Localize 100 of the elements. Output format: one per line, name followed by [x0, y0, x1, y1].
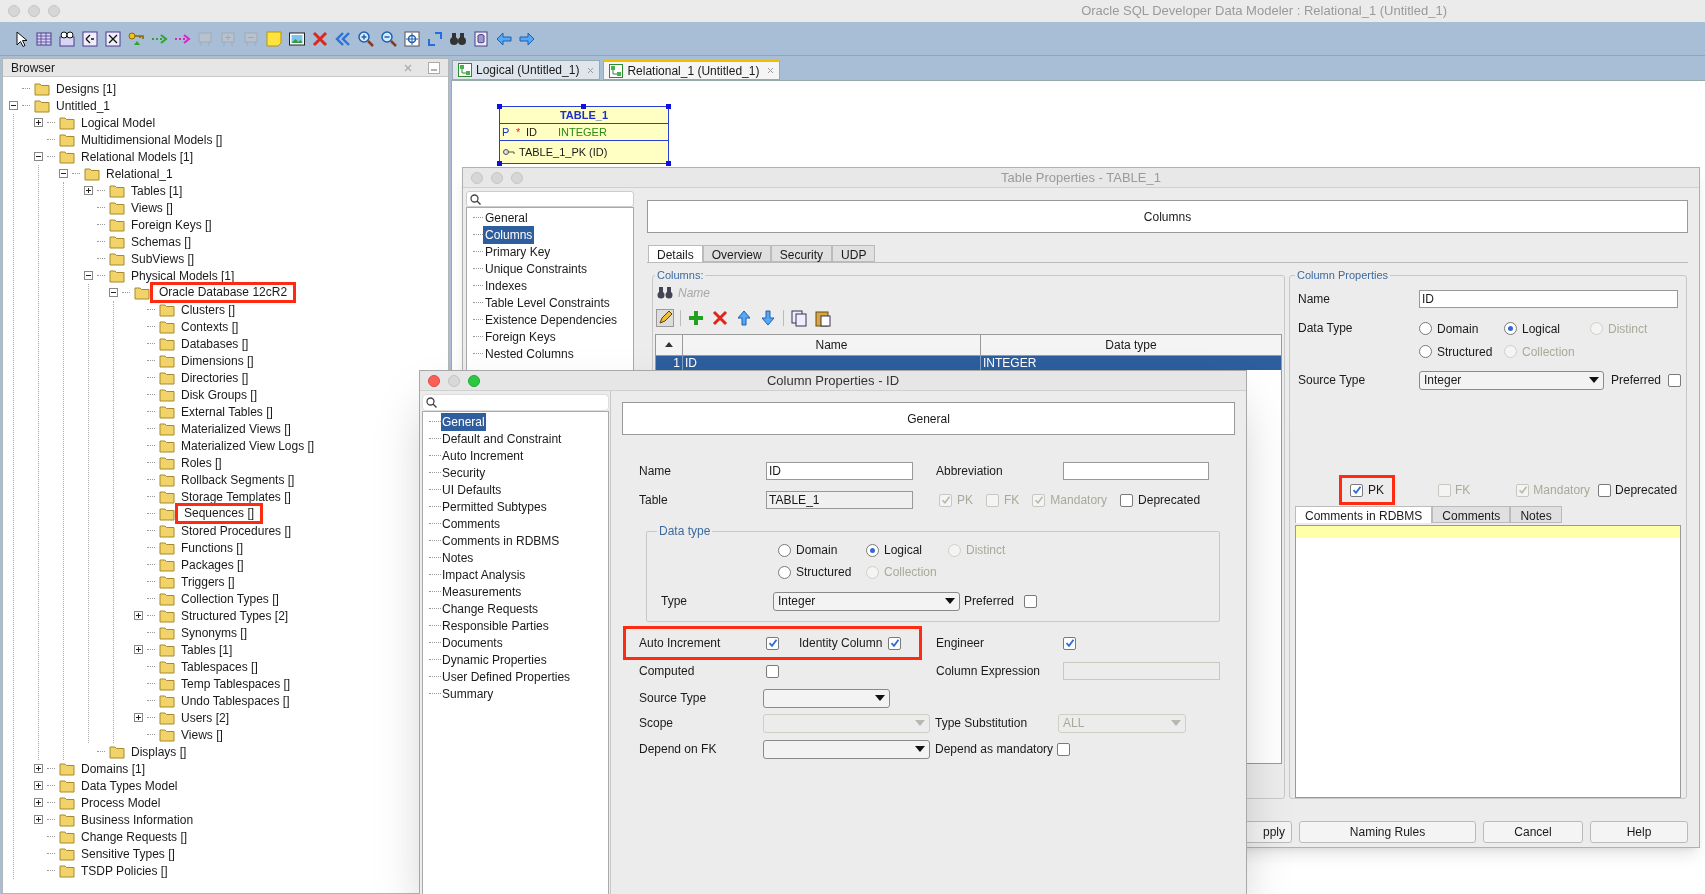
nav-item[interactable]: Unique Constraints — [483, 259, 590, 278]
add-icon[interactable] — [687, 308, 705, 327]
dropdown[interactable] — [763, 739, 930, 759]
nav-item[interactable]: Security — [441, 463, 487, 482]
tree-item[interactable]: Views [] — [179, 725, 225, 744]
checkbox[interactable] — [1350, 483, 1363, 497]
dialog-button[interactable]: Naming Rules — [1299, 821, 1476, 843]
table-field[interactable]: TABLE_1 — [766, 491, 913, 509]
tree-item[interactable]: Clusters [] — [179, 300, 237, 319]
nav-item[interactable]: Primary Key — [483, 242, 553, 261]
delete-icon[interactable] — [311, 29, 329, 48]
tree-item[interactable]: Change Requests [] — [79, 827, 190, 846]
expand-icon[interactable] — [134, 611, 143, 620]
dropdown[interactable] — [763, 688, 890, 708]
nav-item[interactable]: Notes — [441, 548, 475, 567]
tree-item[interactable]: Structured Types [2] — [179, 606, 291, 625]
nav-item[interactable]: Default and Constraint — [441, 429, 563, 448]
tab[interactable]: Comments in RDBMS — [1295, 506, 1433, 524]
tree-item[interactable]: Storage Templates [] — [179, 487, 293, 506]
paste-icon[interactable] — [814, 308, 832, 327]
tree-item[interactable]: Sequences [] — [175, 503, 264, 524]
tab[interactable]: Overview — [702, 245, 771, 262]
nav-item[interactable]: General — [483, 208, 530, 227]
expand-icon[interactable] — [134, 713, 143, 722]
zoom-button[interactable] — [468, 374, 480, 387]
close-icon[interactable] — [767, 67, 775, 74]
tree-item[interactable]: Directories [] — [179, 368, 251, 387]
name-field[interactable]: ID — [766, 462, 913, 480]
search-field[interactable] — [466, 191, 634, 207]
close-icon[interactable] — [587, 66, 595, 74]
nav-item[interactable]: Comments — [441, 514, 501, 533]
tree-item[interactable]: Roles [] — [179, 453, 224, 472]
nav-item[interactable]: Columns — [483, 225, 535, 244]
dropdown[interactable]: Integer — [1419, 370, 1604, 390]
checkbox[interactable] — [766, 664, 779, 678]
nav-item[interactable]: Dynamic Properties — [441, 650, 548, 669]
checkbox[interactable] — [1120, 493, 1134, 507]
tree-item[interactable]: Functions [] — [179, 538, 246, 557]
tree-item[interactable]: Stored Procedures [] — [179, 521, 294, 540]
checkbox[interactable] — [1668, 373, 1682, 387]
nav-item[interactable]: Nested Columns — [483, 344, 576, 363]
tree-item[interactable]: Domains [1] — [79, 759, 148, 778]
tree-item[interactable]: Business Information — [79, 810, 196, 829]
close-icon[interactable] — [404, 63, 412, 72]
tree-item[interactable]: Displays [] — [129, 742, 189, 761]
tab[interactable]: Details — [648, 245, 703, 262]
checkbox[interactable] — [1598, 483, 1612, 497]
expand-icon[interactable] — [34, 798, 43, 807]
column-expression-field[interactable] — [1063, 662, 1220, 680]
tree-item[interactable]: Views [] — [129, 198, 175, 217]
tree-item[interactable]: Materialized View Logs [] — [179, 436, 317, 455]
expand-icon[interactable] — [134, 645, 143, 654]
key-icon[interactable] — [127, 29, 145, 48]
checkbox[interactable] — [1024, 594, 1038, 608]
tree-item[interactable]: Data Types Model — [79, 776, 180, 795]
expand-icon[interactable] — [84, 186, 93, 195]
tree-item[interactable]: Tables [1] — [179, 640, 235, 659]
filter-field[interactable]: Name — [678, 283, 878, 302]
edit-icon[interactable] — [656, 308, 674, 327]
checkbox[interactable] — [766, 636, 779, 650]
abbreviation-field[interactable] — [1063, 462, 1209, 480]
tree-item[interactable]: Users [2] — [179, 708, 231, 727]
tree-item[interactable]: Schemas [] — [129, 232, 194, 251]
nav-item[interactable]: Comments in RDBMS — [441, 531, 561, 550]
zoom-in-icon[interactable] — [357, 29, 375, 48]
expand-icon[interactable] — [34, 781, 43, 790]
move-down-icon[interactable] — [759, 308, 777, 327]
selection-handle[interactable] — [581, 104, 586, 109]
tree-item[interactable]: Databases [] — [179, 334, 251, 353]
nav-item[interactable]: Permitted Subtypes — [441, 497, 548, 516]
tree-item[interactable]: Dimensions [] — [179, 351, 256, 370]
database-page-icon[interactable] — [472, 29, 490, 48]
name-field[interactable]: ID — [1419, 290, 1678, 309]
tree-item[interactable]: Oracle Database 12cR2 — [150, 282, 297, 303]
editor-tab[interactable]: Relational_1 (Untitled_1) — [603, 60, 781, 80]
tree-item[interactable]: Foreign Keys [] — [129, 215, 214, 234]
dialog-button[interactable]: Cancel — [1483, 821, 1583, 843]
tree-item[interactable]: Relational_1 — [104, 164, 175, 183]
expand-icon[interactable] — [34, 764, 43, 773]
selection-handle[interactable] — [497, 104, 502, 109]
tab[interactable]: Notes — [1510, 506, 1562, 524]
copy-icon[interactable] — [790, 308, 808, 327]
tree-item[interactable]: Triggers [] — [179, 572, 237, 591]
checkbox[interactable] — [1063, 636, 1076, 650]
tree-item[interactable]: Undo Tablespaces [] — [179, 691, 292, 710]
delete-icon[interactable] — [711, 308, 729, 327]
tree-item[interactable]: Process Model — [79, 793, 163, 812]
radio-button[interactable] — [1504, 322, 1517, 336]
selection-handle[interactable] — [666, 161, 671, 166]
tree-item[interactable]: Designs [1] — [54, 79, 119, 98]
tab[interactable]: Security — [770, 245, 833, 262]
collapse-icon[interactable] — [109, 288, 118, 297]
table-arrows-icon[interactable] — [81, 29, 99, 48]
nav-item[interactable]: Summary — [441, 684, 495, 703]
expand-icon[interactable] — [34, 118, 43, 127]
tree-item[interactable]: Collection Types [] — [179, 589, 281, 608]
tree-item[interactable]: Rollback Segments [] — [179, 470, 297, 489]
note-icon[interactable] — [265, 29, 283, 48]
selection-handle[interactable] — [666, 104, 671, 109]
fit-screen-icon[interactable] — [403, 29, 421, 48]
